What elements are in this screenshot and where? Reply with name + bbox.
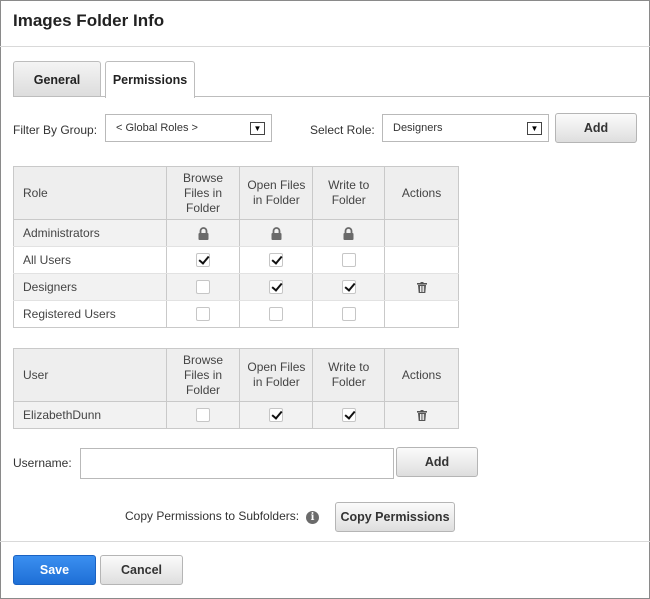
table-row: Registered Users	[13, 300, 459, 328]
write-checkbox[interactable]	[341, 253, 356, 268]
browse-checkbox[interactable]	[196, 408, 211, 423]
footer-divider	[0, 541, 650, 542]
lock-icon	[198, 227, 209, 241]
browse-checkbox[interactable]	[196, 307, 211, 322]
lock-icon	[343, 227, 354, 241]
username-label: Username:	[13, 456, 72, 470]
tab-permissions[interactable]: Permissions	[105, 61, 195, 98]
table-row: ElizabethDunn	[13, 401, 459, 429]
open-cell	[239, 246, 314, 274]
save-button[interactable]: Save	[13, 555, 96, 585]
column-header-actions: Actions	[384, 166, 459, 220]
page-title: Images Folder Info	[13, 11, 165, 30]
browse-cell	[165, 300, 241, 328]
write-cell	[312, 300, 386, 328]
column-header-user: User	[13, 348, 167, 402]
filter-group-value: < Global Roles >	[116, 122, 198, 134]
write-cell	[312, 246, 386, 274]
actions-cell	[384, 246, 459, 274]
column-header-actions: Actions	[384, 348, 459, 402]
trash-icon[interactable]	[416, 282, 427, 294]
actions-cell	[384, 219, 459, 247]
chevron-down-icon: ▼	[527, 122, 542, 135]
actions-cell	[384, 273, 459, 301]
table-row: All Users	[13, 246, 459, 274]
copy-permissions-label: Copy Permissions to Subfolders:	[125, 509, 300, 523]
column-header-write: Write to Folder	[312, 166, 386, 220]
row-name: All Users	[13, 246, 167, 274]
column-header-browse: Browse Files in Folder	[165, 166, 241, 220]
open-checkbox[interactable]	[269, 408, 284, 423]
chevron-down-icon: ▼	[250, 122, 265, 135]
select-role-label: Select Role:	[310, 123, 375, 137]
write-cell	[312, 219, 386, 247]
username-input[interactable]	[80, 448, 394, 479]
row-name: Designers	[13, 273, 167, 301]
browse-checkbox[interactable]	[196, 280, 211, 295]
tab-general[interactable]: General	[13, 61, 101, 97]
roles-permissions-table: Role Browse Files in Folder Open Files i…	[13, 166, 459, 328]
browse-checkbox[interactable]	[196, 253, 211, 268]
write-cell	[312, 401, 386, 429]
write-checkbox[interactable]	[341, 307, 356, 322]
filter-group-select[interactable]: < Global Roles > ▼	[105, 114, 272, 142]
cancel-button[interactable]: Cancel	[100, 555, 183, 585]
open-cell	[239, 273, 314, 301]
table-header-row: User Browse Files in Folder Open Files i…	[13, 348, 459, 402]
open-cell	[239, 219, 314, 247]
browse-cell	[165, 401, 241, 429]
trash-icon[interactable]	[416, 410, 427, 422]
lock-icon	[271, 227, 282, 241]
select-role-select[interactable]: Designers ▼	[382, 114, 549, 142]
actions-cell	[384, 401, 459, 429]
write-checkbox[interactable]	[341, 280, 356, 295]
row-name: Registered Users	[13, 300, 167, 328]
filter-group-label: Filter By Group:	[13, 123, 98, 137]
table-row: Administrators	[13, 219, 459, 247]
column-header-role: Role	[13, 166, 167, 220]
table-header-row: Role Browse Files in Folder Open Files i…	[13, 166, 459, 220]
open-checkbox[interactable]	[269, 253, 284, 268]
row-name: ElizabethDunn	[13, 401, 167, 429]
write-cell	[312, 273, 386, 301]
column-header-write: Write to Folder	[312, 348, 386, 402]
column-header-browse: Browse Files in Folder	[165, 348, 241, 402]
browse-cell	[165, 219, 241, 247]
column-header-open: Open Files in Folder	[239, 166, 314, 220]
actions-cell	[384, 300, 459, 328]
browse-cell	[165, 246, 241, 274]
table-row: Designers	[13, 273, 459, 301]
write-checkbox[interactable]	[341, 408, 356, 423]
users-permissions-table: User Browse Files in Folder Open Files i…	[13, 348, 459, 429]
select-role-value: Designers	[393, 122, 443, 134]
open-checkbox[interactable]	[269, 307, 284, 322]
column-header-open: Open Files in Folder	[239, 348, 314, 402]
open-cell	[239, 300, 314, 328]
info-icon[interactable]: i	[306, 511, 319, 524]
add-user-button[interactable]: Add	[396, 447, 478, 477]
row-name: Administrators	[13, 219, 167, 247]
browse-cell	[165, 273, 241, 301]
open-checkbox[interactable]	[269, 280, 284, 295]
copy-permissions-button[interactable]: Copy Permissions	[335, 502, 455, 532]
open-cell	[239, 401, 314, 429]
add-role-button[interactable]: Add	[555, 113, 637, 143]
title-divider	[0, 46, 650, 47]
